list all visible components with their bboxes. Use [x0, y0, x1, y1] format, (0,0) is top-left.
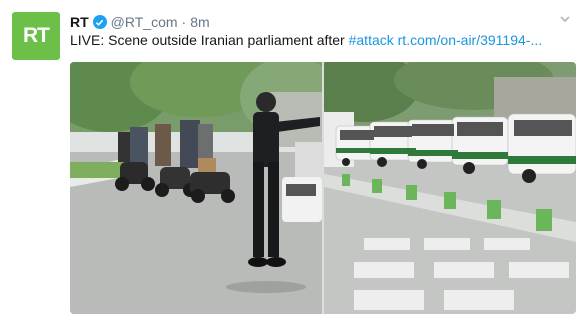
avatar[interactable]: RT: [12, 12, 60, 60]
account-name[interactable]: RT: [70, 14, 89, 30]
tweet-text: LIVE: Scene outside Iranian parliament a…: [70, 31, 570, 49]
tweet-card[interactable]: RT RT @RT_com · 8m LIVE: Scene outside I…: [0, 0, 586, 322]
avatar-logo-text: RT: [23, 24, 50, 47]
media-grid: [70, 62, 576, 314]
tweet-header: RT @RT_com · 8m: [70, 12, 210, 32]
header-separator: ·: [181, 14, 187, 30]
url-link[interactable]: rt.com/on-air/391194-...: [398, 32, 542, 48]
account-handle[interactable]: @RT_com: [111, 14, 178, 30]
photo-street-scene[interactable]: [70, 62, 322, 314]
chevron-down-icon[interactable]: [558, 12, 572, 26]
verified-badge-icon: [92, 15, 107, 29]
photo-police-vans[interactable]: [324, 62, 576, 314]
tweet-timestamp[interactable]: 8m: [190, 14, 209, 30]
tweet-text-body: LIVE: Scene outside Iranian parliament a…: [70, 32, 349, 48]
hashtag-link[interactable]: #attack: [349, 32, 394, 48]
